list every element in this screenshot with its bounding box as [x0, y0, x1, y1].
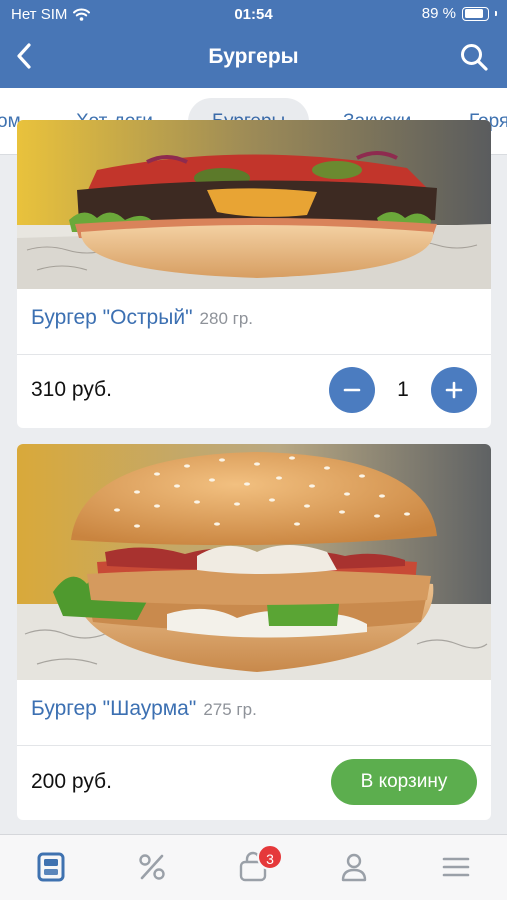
menu-card-icon — [37, 852, 65, 882]
product-name[interactable]: Бургер "Шаурма" — [31, 697, 196, 721]
increase-quantity-button[interactable] — [431, 367, 477, 413]
divider — [17, 745, 491, 746]
app-header: Нет SIM 01:54 89 % Бургеры — [0, 0, 507, 88]
product-price: 200 руб. — [31, 770, 112, 793]
hamburger-menu-icon — [442, 857, 470, 877]
product-card: Бургер "Шаурма" 275 гр. 200 руб. В корзи… — [17, 444, 491, 820]
nav-menu[interactable] — [33, 849, 69, 885]
status-bar: Нет SIM 01:54 89 % — [0, 0, 507, 30]
product-name-row: Бургер "Шаурма" 275 гр. — [17, 697, 491, 721]
percent-icon — [139, 854, 165, 880]
nav-more[interactable] — [438, 849, 474, 885]
plus-icon — [445, 381, 463, 399]
search-icon — [461, 44, 488, 71]
cart-count-badge: 3 — [257, 844, 283, 870]
shawarma-burger-photo[interactable] — [17, 444, 491, 680]
add-to-cart-button[interactable]: В корзину — [331, 759, 477, 805]
page-title: Бургеры — [208, 45, 299, 68]
decrease-quantity-button[interactable] — [329, 367, 375, 413]
bottom-navigation — [0, 834, 507, 900]
search-button[interactable] — [459, 42, 489, 72]
product-weight: 275 гр. — [203, 700, 257, 719]
product-price: 310 руб. — [31, 378, 112, 401]
product-card: Бургер "Острый" 280 гр. 310 руб. 1 — [17, 120, 491, 428]
battery-indicator: 89 % — [422, 5, 497, 22]
product-name-row: Бургер "Острый" 280 гр. — [17, 306, 491, 330]
battery-percent: 89 % — [421, 5, 456, 22]
nav-promotions[interactable] — [134, 849, 170, 885]
divider — [17, 354, 491, 355]
minus-icon — [343, 388, 361, 392]
product-weight: 280 гр. — [199, 309, 253, 328]
product-name[interactable]: Бургер "Острый" — [31, 306, 193, 330]
nav-profile[interactable] — [336, 849, 372, 885]
quantity-value: 1 — [397, 378, 409, 401]
battery-icon — [462, 6, 489, 21]
profile-icon — [341, 853, 367, 882]
spicy-burger-photo[interactable] — [17, 120, 491, 289]
